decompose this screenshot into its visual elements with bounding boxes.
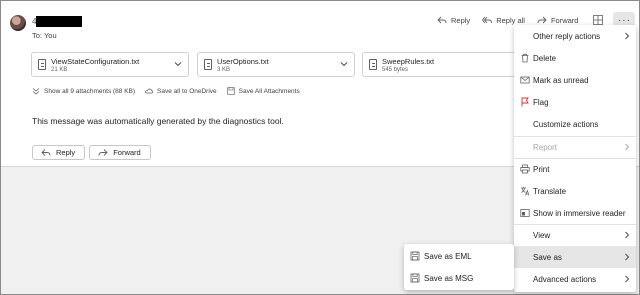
message-body: This message was automatically generated…	[32, 116, 284, 126]
menu-item-view[interactable]: View	[514, 224, 636, 246]
attachment-name: ViewStateConfiguration.txt	[51, 57, 140, 66]
menu-item-immersive-reader[interactable]: Show in immersive reader	[514, 202, 636, 224]
save-icon	[410, 273, 420, 283]
save-icon	[410, 251, 420, 261]
chevron-right-icon	[625, 143, 630, 151]
attachment-size: 545 bytes	[382, 67, 409, 73]
save-all-attachments-link[interactable]: Save All Attachments	[227, 87, 300, 95]
save-onedrive-label: Save all to OneDrive	[157, 87, 217, 95]
attachment-card[interactable]: SweepRules.txt 545 bytes	[362, 52, 520, 77]
menu-item-customize-actions[interactable]: Customize actions	[514, 113, 636, 135]
menu-item-label: Advanced actions	[533, 274, 597, 284]
menu-item-label: Delete	[533, 53, 557, 63]
menu-item-label: Report	[533, 142, 558, 152]
menu-item-label: View	[533, 230, 551, 240]
menu-item-report: Report	[514, 136, 636, 158]
reply-label: Reply	[451, 15, 471, 25]
submenu-item-label: Save as MSG	[424, 273, 474, 283]
menu-item-advanced-actions[interactable]: Advanced actions	[514, 268, 636, 290]
chevron-right-icon	[625, 231, 630, 239]
menu-item-label: Translate	[533, 186, 567, 196]
menu-item-label: Save as	[533, 252, 562, 262]
chevron-right-icon	[625, 253, 630, 261]
trash-icon	[521, 53, 529, 63]
menu-item-mark-unread[interactable]: Mark as unread	[514, 69, 636, 91]
menu-item-label: Show in immersive reader	[533, 208, 626, 218]
more-actions-menu: Other reply actions Delete Mark as unrea…	[514, 25, 636, 292]
quick-forward-button[interactable]: Forward	[89, 145, 151, 160]
submenu-item-label: Save as EML	[424, 251, 472, 261]
forward-icon	[537, 16, 547, 24]
chevron-right-icon	[625, 32, 630, 40]
grid-icon	[593, 15, 603, 25]
menu-item-translate[interactable]: Translate	[514, 180, 636, 202]
reply-all-icon	[482, 16, 493, 24]
attachment-size: 3 KB	[217, 67, 231, 73]
avatar[interactable]	[10, 15, 26, 31]
reply-button[interactable]: Reply	[437, 13, 470, 27]
attachment-name: SweepRules.txt	[382, 57, 435, 66]
quick-reply-button[interactable]: Reply	[32, 145, 86, 160]
menu-item-label: Flag	[533, 97, 549, 107]
attachment-card[interactable]: UserOptions.txt 3 KB	[197, 52, 355, 77]
menu-item-label: Print	[533, 164, 550, 174]
text-file-icon	[369, 59, 377, 70]
save-icon	[227, 87, 235, 95]
menu-item-label: Customize actions	[533, 119, 599, 129]
printer-icon	[520, 164, 530, 174]
attachment-size: 21 KB	[51, 67, 68, 73]
menu-item-label: Other reply actions	[533, 31, 601, 41]
show-all-label: Show all 9 attachments (88 KB)	[44, 87, 136, 95]
text-file-icon	[38, 59, 46, 70]
immersive-reader-icon	[520, 209, 530, 217]
quick-reply-label: Reply	[56, 148, 76, 157]
save-all-label: Save All Attachments	[238, 87, 300, 95]
attachment-actions: Show all 9 attachments (88 KB) Save all …	[32, 87, 300, 95]
chevron-right-icon	[625, 275, 630, 283]
recipient-line: To: You	[32, 31, 57, 40]
submenu-item-save-eml[interactable]: Save as EML	[404, 245, 514, 267]
show-all-attachments-link[interactable]: Show all 9 attachments (88 KB)	[32, 87, 135, 95]
quick-reply-row: Reply Forward	[32, 145, 151, 160]
attachment-name: UserOptions.txt	[217, 57, 269, 66]
text-file-icon	[204, 59, 212, 70]
forward-label: Forward	[550, 15, 579, 25]
save-as-submenu: Save as EML Save as MSG	[404, 244, 514, 290]
menu-item-save-as[interactable]: Save as	[514, 246, 636, 268]
menu-item-flag[interactable]: Flag	[514, 91, 636, 113]
flag-icon	[521, 97, 529, 107]
envelope-icon	[520, 76, 530, 84]
reply-icon	[41, 149, 51, 156]
sender-redaction	[36, 16, 82, 27]
submenu-item-save-msg[interactable]: Save as MSG	[404, 267, 514, 289]
cloud-icon	[145, 88, 154, 94]
menu-item-other-reply-actions[interactable]: Other reply actions	[514, 25, 636, 47]
reply-all-label: Reply all	[496, 15, 525, 25]
reply-icon	[437, 16, 447, 24]
menu-item-label: Mark as unread	[533, 75, 589, 85]
save-to-onedrive-link[interactable]: Save all to OneDrive	[145, 87, 217, 95]
translate-icon	[521, 187, 530, 196]
chevron-down-icon[interactable]	[174, 60, 182, 68]
forward-icon	[98, 149, 108, 156]
chevron-down-icon[interactable]	[340, 60, 348, 68]
menu-item-delete[interactable]: Delete	[514, 47, 636, 69]
chevron-down-icon	[32, 88, 40, 95]
menu-item-print[interactable]: Print	[514, 158, 636, 180]
attachment-card[interactable]: ViewStateConfiguration.txt 21 KB	[31, 52, 189, 77]
quick-forward-label: Forward	[113, 148, 141, 157]
